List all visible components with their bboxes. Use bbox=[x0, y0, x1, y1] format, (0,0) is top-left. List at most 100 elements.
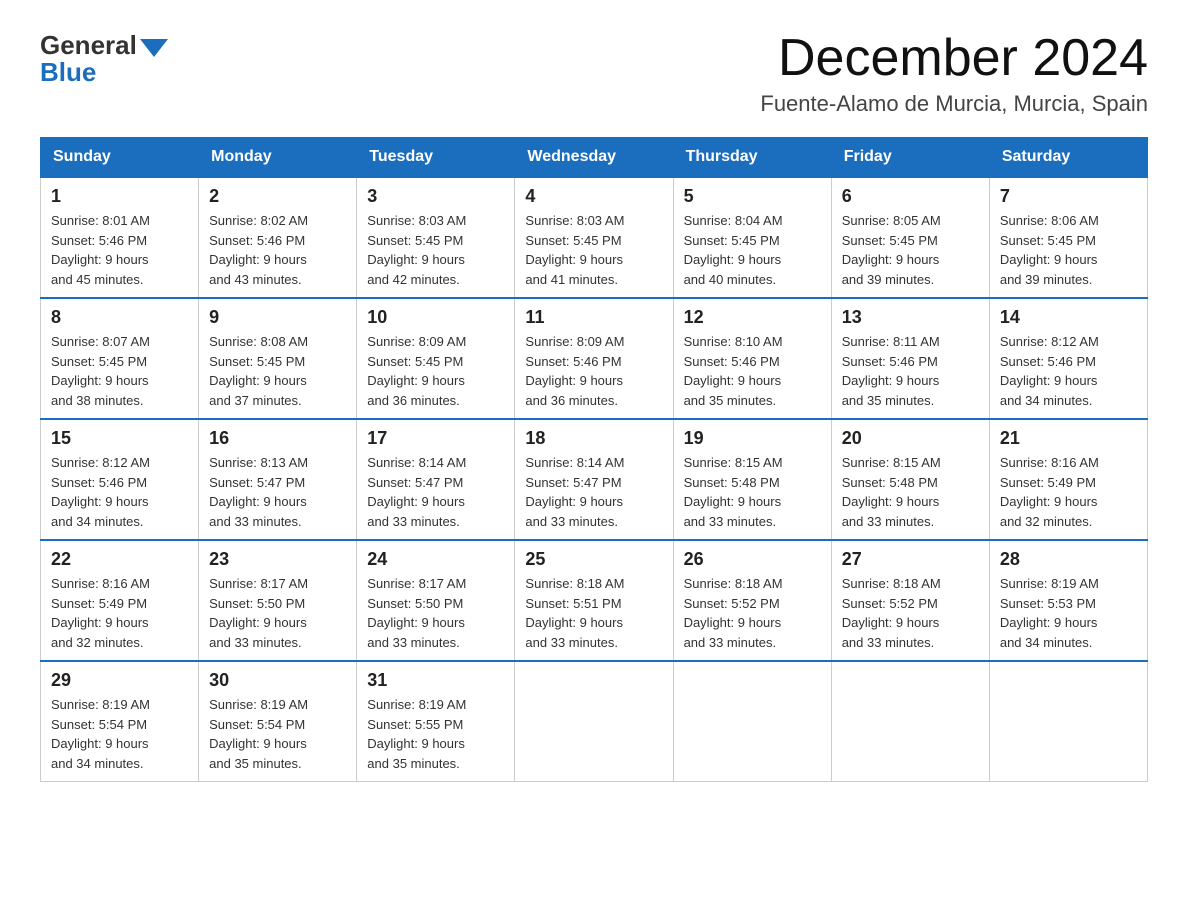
day-number: 6 bbox=[842, 186, 979, 207]
day-number: 28 bbox=[1000, 549, 1137, 570]
day-number: 11 bbox=[525, 307, 662, 328]
day-info: Sunrise: 8:15 AM Sunset: 5:48 PM Dayligh… bbox=[842, 453, 979, 531]
day-info: Sunrise: 8:09 AM Sunset: 5:45 PM Dayligh… bbox=[367, 332, 504, 410]
calendar-week-row: 29 Sunrise: 8:19 AM Sunset: 5:54 PM Dayl… bbox=[41, 661, 1148, 782]
day-info: Sunrise: 8:11 AM Sunset: 5:46 PM Dayligh… bbox=[842, 332, 979, 410]
calendar-day-cell bbox=[673, 661, 831, 782]
day-number: 16 bbox=[209, 428, 346, 449]
day-number: 25 bbox=[525, 549, 662, 570]
day-of-week-header: Saturday bbox=[989, 138, 1147, 178]
day-info: Sunrise: 8:12 AM Sunset: 5:46 PM Dayligh… bbox=[51, 453, 188, 531]
day-of-week-header: Tuesday bbox=[357, 138, 515, 178]
day-info: Sunrise: 8:17 AM Sunset: 5:50 PM Dayligh… bbox=[367, 574, 504, 652]
day-info: Sunrise: 8:12 AM Sunset: 5:46 PM Dayligh… bbox=[1000, 332, 1137, 410]
day-of-week-header: Monday bbox=[199, 138, 357, 178]
day-of-week-header: Wednesday bbox=[515, 138, 673, 178]
day-info: Sunrise: 8:01 AM Sunset: 5:46 PM Dayligh… bbox=[51, 211, 188, 289]
calendar-day-cell: 22 Sunrise: 8:16 AM Sunset: 5:49 PM Dayl… bbox=[41, 540, 199, 661]
calendar-table: SundayMondayTuesdayWednesdayThursdayFrid… bbox=[40, 137, 1148, 782]
day-info: Sunrise: 8:08 AM Sunset: 5:45 PM Dayligh… bbox=[209, 332, 346, 410]
calendar-day-cell: 1 Sunrise: 8:01 AM Sunset: 5:46 PM Dayli… bbox=[41, 177, 199, 298]
calendar-day-cell: 18 Sunrise: 8:14 AM Sunset: 5:47 PM Dayl… bbox=[515, 419, 673, 540]
day-info: Sunrise: 8:16 AM Sunset: 5:49 PM Dayligh… bbox=[51, 574, 188, 652]
day-number: 23 bbox=[209, 549, 346, 570]
calendar-week-row: 15 Sunrise: 8:12 AM Sunset: 5:46 PM Dayl… bbox=[41, 419, 1148, 540]
calendar-day-cell: 8 Sunrise: 8:07 AM Sunset: 5:45 PM Dayli… bbox=[41, 298, 199, 419]
day-of-week-header: Thursday bbox=[673, 138, 831, 178]
calendar-day-cell: 12 Sunrise: 8:10 AM Sunset: 5:46 PM Dayl… bbox=[673, 298, 831, 419]
day-info: Sunrise: 8:02 AM Sunset: 5:46 PM Dayligh… bbox=[209, 211, 346, 289]
day-info: Sunrise: 8:18 AM Sunset: 5:52 PM Dayligh… bbox=[684, 574, 821, 652]
calendar-day-cell: 19 Sunrise: 8:15 AM Sunset: 5:48 PM Dayl… bbox=[673, 419, 831, 540]
calendar-week-row: 1 Sunrise: 8:01 AM Sunset: 5:46 PM Dayli… bbox=[41, 177, 1148, 298]
day-number: 2 bbox=[209, 186, 346, 207]
day-number: 12 bbox=[684, 307, 821, 328]
calendar-day-cell: 5 Sunrise: 8:04 AM Sunset: 5:45 PM Dayli… bbox=[673, 177, 831, 298]
day-number: 14 bbox=[1000, 307, 1137, 328]
calendar-day-cell: 10 Sunrise: 8:09 AM Sunset: 5:45 PM Dayl… bbox=[357, 298, 515, 419]
calendar-day-cell: 20 Sunrise: 8:15 AM Sunset: 5:48 PM Dayl… bbox=[831, 419, 989, 540]
calendar-day-cell: 9 Sunrise: 8:08 AM Sunset: 5:45 PM Dayli… bbox=[199, 298, 357, 419]
day-number: 27 bbox=[842, 549, 979, 570]
calendar-day-cell: 23 Sunrise: 8:17 AM Sunset: 5:50 PM Dayl… bbox=[199, 540, 357, 661]
logo-blue-text: Blue bbox=[40, 57, 96, 88]
subtitle: Fuente-Alamo de Murcia, Murcia, Spain bbox=[760, 91, 1148, 117]
calendar-day-cell: 11 Sunrise: 8:09 AM Sunset: 5:46 PM Dayl… bbox=[515, 298, 673, 419]
calendar-day-cell: 2 Sunrise: 8:02 AM Sunset: 5:46 PM Dayli… bbox=[199, 177, 357, 298]
calendar-day-cell bbox=[989, 661, 1147, 782]
calendar-day-cell: 28 Sunrise: 8:19 AM Sunset: 5:53 PM Dayl… bbox=[989, 540, 1147, 661]
day-info: Sunrise: 8:03 AM Sunset: 5:45 PM Dayligh… bbox=[525, 211, 662, 289]
day-number: 15 bbox=[51, 428, 188, 449]
day-info: Sunrise: 8:19 AM Sunset: 5:55 PM Dayligh… bbox=[367, 695, 504, 773]
day-number: 17 bbox=[367, 428, 504, 449]
day-info: Sunrise: 8:05 AM Sunset: 5:45 PM Dayligh… bbox=[842, 211, 979, 289]
days-of-week-row: SundayMondayTuesdayWednesdayThursdayFrid… bbox=[41, 138, 1148, 178]
day-number: 10 bbox=[367, 307, 504, 328]
day-number: 13 bbox=[842, 307, 979, 328]
day-number: 29 bbox=[51, 670, 188, 691]
day-number: 1 bbox=[51, 186, 188, 207]
calendar-day-cell: 15 Sunrise: 8:12 AM Sunset: 5:46 PM Dayl… bbox=[41, 419, 199, 540]
day-number: 7 bbox=[1000, 186, 1137, 207]
calendar-day-cell: 7 Sunrise: 8:06 AM Sunset: 5:45 PM Dayli… bbox=[989, 177, 1147, 298]
calendar-day-cell: 27 Sunrise: 8:18 AM Sunset: 5:52 PM Dayl… bbox=[831, 540, 989, 661]
logo-arrow-icon bbox=[140, 39, 168, 57]
calendar-day-cell: 21 Sunrise: 8:16 AM Sunset: 5:49 PM Dayl… bbox=[989, 419, 1147, 540]
calendar-day-cell bbox=[515, 661, 673, 782]
calendar-day-cell: 17 Sunrise: 8:14 AM Sunset: 5:47 PM Dayl… bbox=[357, 419, 515, 540]
day-number: 20 bbox=[842, 428, 979, 449]
calendar-day-cell: 24 Sunrise: 8:17 AM Sunset: 5:50 PM Dayl… bbox=[357, 540, 515, 661]
day-number: 4 bbox=[525, 186, 662, 207]
day-info: Sunrise: 8:17 AM Sunset: 5:50 PM Dayligh… bbox=[209, 574, 346, 652]
day-number: 19 bbox=[684, 428, 821, 449]
calendar-day-cell bbox=[831, 661, 989, 782]
day-number: 3 bbox=[367, 186, 504, 207]
calendar-day-cell: 4 Sunrise: 8:03 AM Sunset: 5:45 PM Dayli… bbox=[515, 177, 673, 298]
calendar-day-cell: 14 Sunrise: 8:12 AM Sunset: 5:46 PM Dayl… bbox=[989, 298, 1147, 419]
calendar-day-cell: 25 Sunrise: 8:18 AM Sunset: 5:51 PM Dayl… bbox=[515, 540, 673, 661]
day-info: Sunrise: 8:07 AM Sunset: 5:45 PM Dayligh… bbox=[51, 332, 188, 410]
day-info: Sunrise: 8:19 AM Sunset: 5:54 PM Dayligh… bbox=[209, 695, 346, 773]
main-title: December 2024 bbox=[760, 30, 1148, 87]
day-number: 26 bbox=[684, 549, 821, 570]
day-of-week-header: Friday bbox=[831, 138, 989, 178]
day-info: Sunrise: 8:13 AM Sunset: 5:47 PM Dayligh… bbox=[209, 453, 346, 531]
page-header: General Blue December 2024 Fuente-Alamo … bbox=[40, 30, 1148, 117]
calendar-day-cell: 16 Sunrise: 8:13 AM Sunset: 5:47 PM Dayl… bbox=[199, 419, 357, 540]
day-info: Sunrise: 8:09 AM Sunset: 5:46 PM Dayligh… bbox=[525, 332, 662, 410]
day-info: Sunrise: 8:06 AM Sunset: 5:45 PM Dayligh… bbox=[1000, 211, 1137, 289]
calendar-day-cell: 29 Sunrise: 8:19 AM Sunset: 5:54 PM Dayl… bbox=[41, 661, 199, 782]
logo: General Blue bbox=[40, 30, 168, 88]
day-number: 5 bbox=[684, 186, 821, 207]
day-info: Sunrise: 8:03 AM Sunset: 5:45 PM Dayligh… bbox=[367, 211, 504, 289]
calendar-day-cell: 26 Sunrise: 8:18 AM Sunset: 5:52 PM Dayl… bbox=[673, 540, 831, 661]
day-info: Sunrise: 8:10 AM Sunset: 5:46 PM Dayligh… bbox=[684, 332, 821, 410]
calendar-week-row: 22 Sunrise: 8:16 AM Sunset: 5:49 PM Dayl… bbox=[41, 540, 1148, 661]
day-number: 18 bbox=[525, 428, 662, 449]
calendar-body: 1 Sunrise: 8:01 AM Sunset: 5:46 PM Dayli… bbox=[41, 177, 1148, 782]
calendar-day-cell: 6 Sunrise: 8:05 AM Sunset: 5:45 PM Dayli… bbox=[831, 177, 989, 298]
day-number: 21 bbox=[1000, 428, 1137, 449]
day-info: Sunrise: 8:19 AM Sunset: 5:53 PM Dayligh… bbox=[1000, 574, 1137, 652]
day-info: Sunrise: 8:18 AM Sunset: 5:51 PM Dayligh… bbox=[525, 574, 662, 652]
title-block: December 2024 Fuente-Alamo de Murcia, Mu… bbox=[760, 30, 1148, 117]
